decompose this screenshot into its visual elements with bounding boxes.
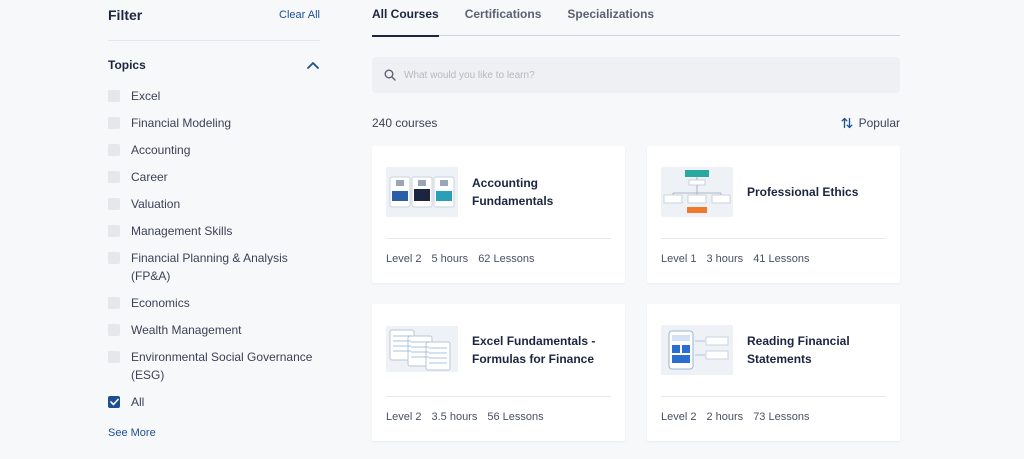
course-meta: Level 2 3.5 hours 56 Lessons xyxy=(386,411,554,423)
checkbox[interactable] xyxy=(108,351,120,363)
course-duration: 3 hours xyxy=(706,253,744,265)
course-title[interactable]: Accounting Fundamentals xyxy=(472,174,612,210)
topic-all[interactable]: All xyxy=(108,393,320,415)
course-count: 240 courses xyxy=(372,116,438,130)
divider xyxy=(386,238,611,239)
checkbox[interactable] xyxy=(108,324,120,336)
course-lessons: 41 Lessons xyxy=(753,253,810,265)
topic-label: Wealth Management xyxy=(131,323,242,337)
topic-excel[interactable]: Excel xyxy=(108,87,320,114)
divider xyxy=(386,396,611,397)
ethics-flowchart-thumbnail xyxy=(661,167,733,217)
accounting-thumbnail xyxy=(386,167,458,217)
course-lessons: 73 Lessons xyxy=(753,411,810,423)
course-card[interactable]: Reading Financial Statements Level 2 2 h… xyxy=(647,304,900,441)
filter-title: Filter xyxy=(108,7,143,23)
course-grid: Accounting Fundamentals Level 2 5 hours … xyxy=(372,146,900,446)
search-input[interactable] xyxy=(404,69,864,81)
course-meta: Level 2 2 hours 73 Lessons xyxy=(661,411,819,423)
course-duration: 3.5 hours xyxy=(431,411,478,423)
topic-wealth-management[interactable]: Wealth Management xyxy=(108,321,320,348)
course-lessons: 56 Lessons xyxy=(487,411,544,423)
course-title[interactable]: Reading Financial Statements xyxy=(747,332,887,368)
tab-certifications[interactable]: Certifications xyxy=(465,0,542,36)
topic-label: Accounting xyxy=(131,143,191,157)
checkbox[interactable] xyxy=(108,297,120,309)
sort-dropdown[interactable]: Popular xyxy=(841,116,900,130)
topic-career[interactable]: Career xyxy=(108,168,320,195)
topics-title: Topics xyxy=(108,58,146,72)
course-level: Level 1 xyxy=(661,253,697,265)
chevron-up-icon[interactable] xyxy=(306,58,320,72)
course-level: Level 2 xyxy=(386,411,422,423)
divider xyxy=(108,40,320,41)
filter-header: Filter Clear All xyxy=(108,0,320,30)
tab-specializations[interactable]: Specializations xyxy=(567,0,654,36)
course-meta: Level 1 3 hours 41 Lessons xyxy=(661,253,819,265)
course-lessons: 62 Lessons xyxy=(478,253,535,265)
search-bar[interactable] xyxy=(372,57,900,93)
see-more-link[interactable]: See More xyxy=(108,427,156,439)
topic-label: Management Skills xyxy=(131,224,233,238)
topic-management-skills[interactable]: Management Skills xyxy=(108,222,320,249)
checkbox[interactable] xyxy=(108,225,120,237)
course-title[interactable]: Excel Fundamentals - Formulas for Financ… xyxy=(472,332,612,368)
topics-header[interactable]: Topics xyxy=(108,57,320,73)
divider xyxy=(661,396,886,397)
topic-label: All xyxy=(131,395,145,409)
checkbox[interactable] xyxy=(108,171,120,183)
topic-label: Environmental Social Governance (ESG) xyxy=(131,350,313,382)
course-level: Level 2 xyxy=(661,411,697,423)
sort-label: Popular xyxy=(858,116,900,130)
course-meta: Level 2 5 hours 62 Lessons xyxy=(386,253,544,265)
topic-label: Excel xyxy=(131,89,161,103)
topic-accounting[interactable]: Accounting xyxy=(108,141,320,168)
clear-all-link[interactable]: Clear All xyxy=(279,9,320,21)
filter-sidebar: Filter Clear All Topics Excel Financial … xyxy=(108,0,320,441)
topic-financial-modeling[interactable]: Financial Modeling xyxy=(108,114,320,141)
course-level: Level 2 xyxy=(386,253,422,265)
topic-list: Excel Financial Modeling Accounting Care… xyxy=(108,87,320,415)
course-catalog: All Courses Certifications Specializatio… xyxy=(372,0,900,441)
checkbox[interactable] xyxy=(108,90,120,102)
catalog-tabs: All Courses Certifications Specializatio… xyxy=(372,0,900,37)
course-duration: 2 hours xyxy=(706,411,744,423)
topic-label: Financial Modeling xyxy=(131,116,232,130)
results-meta: 240 courses Popular xyxy=(372,115,900,131)
topic-label: Financial Planning & Analysis (FP&A) xyxy=(131,251,288,283)
divider xyxy=(661,238,886,239)
course-card[interactable]: Professional Ethics Level 1 3 hours 41 L… xyxy=(647,146,900,283)
topic-label: Valuation xyxy=(131,197,181,211)
tab-all-courses[interactable]: All Courses xyxy=(372,0,439,37)
checkbox[interactable] xyxy=(108,252,120,264)
topic-economics[interactable]: Economics xyxy=(108,294,320,321)
course-title[interactable]: Professional Ethics xyxy=(747,183,887,201)
sort-arrows-icon xyxy=(841,117,853,129)
checkmark-icon xyxy=(109,398,119,406)
topic-valuation[interactable]: Valuation xyxy=(108,195,320,222)
checkbox[interactable] xyxy=(108,198,120,210)
topic-label: Economics xyxy=(131,296,190,310)
topic-label: Career xyxy=(131,170,168,184)
course-card[interactable]: Excel Fundamentals - Formulas for Financ… xyxy=(372,304,625,441)
topic-esg[interactable]: Environmental Social Governance (ESG) xyxy=(108,348,320,393)
course-card[interactable]: Accounting Fundamentals Level 2 5 hours … xyxy=(372,146,625,283)
search-icon xyxy=(384,69,396,81)
topic-fpa[interactable]: Financial Planning & Analysis (FP&A) xyxy=(108,249,320,294)
excel-sheets-thumbnail xyxy=(386,326,458,372)
checkbox-checked[interactable] xyxy=(108,396,120,408)
checkbox[interactable] xyxy=(108,117,120,129)
course-duration: 5 hours xyxy=(431,253,469,265)
financial-statements-thumbnail xyxy=(661,325,733,375)
checkbox[interactable] xyxy=(108,144,120,156)
